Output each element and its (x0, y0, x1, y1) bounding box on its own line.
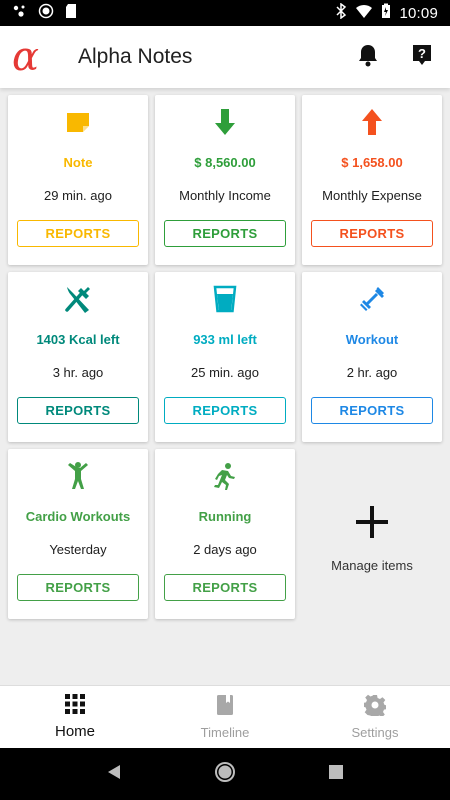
help-button[interactable]: ? (408, 43, 436, 71)
nav-home[interactable]: Home (0, 686, 150, 748)
bottom-nav: Home Timeline Settings (0, 685, 450, 748)
card-subtitle: Yesterday (49, 542, 107, 557)
card-value: Running (198, 509, 252, 524)
card-note[interactable]: Note 29 min. ago REPORTS (8, 95, 148, 265)
arrow-up-icon (361, 107, 383, 137)
card-income[interactable]: $ 8,560.00 Monthly Income REPORTS (155, 95, 295, 265)
card-subtitle: 2 days ago (193, 542, 257, 557)
card-cardio[interactable]: Cardio Workouts Yesterday REPORTS (8, 449, 148, 619)
arrow-down-icon (214, 107, 236, 137)
bell-icon (357, 43, 379, 72)
card-workout[interactable]: Workout 2 hr. ago REPORTS (302, 272, 442, 442)
nav-settings[interactable]: Settings (300, 686, 450, 748)
card-expense[interactable]: $ 1,658.00 Monthly Expense REPORTS (302, 95, 442, 265)
card-value: Cardio Workouts (25, 509, 131, 524)
nav-label: Timeline (200, 725, 250, 740)
bluetooth-icon (335, 2, 347, 23)
reports-button[interactable]: REPORTS (311, 220, 433, 247)
reports-button[interactable]: REPORTS (164, 397, 286, 424)
reports-button[interactable]: REPORTS (17, 574, 139, 601)
sd-card-icon (64, 3, 78, 24)
grid-icon (65, 694, 85, 719)
card-value: $ 1,658.00 (341, 155, 403, 170)
reports-button[interactable]: REPORTS (17, 397, 139, 424)
card-subtitle: 2 hr. ago (346, 365, 398, 380)
recents-square-icon[interactable] (329, 764, 344, 784)
notifications-button[interactable] (354, 43, 382, 71)
reports-button[interactable]: REPORTS (17, 220, 139, 247)
page-title: Alpha Notes (78, 45, 193, 68)
card-subtitle: Monthly Expense (322, 188, 422, 203)
back-icon[interactable] (107, 764, 121, 785)
card-value: $ 8,560.00 (194, 155, 256, 170)
status-bar: 10:09 (0, 0, 450, 26)
card-water[interactable]: 933 ml left 25 min. ago REPORTS (155, 272, 295, 442)
card-value: Note (63, 155, 93, 170)
person-stretch-icon (66, 461, 90, 491)
reports-button[interactable]: REPORTS (311, 397, 433, 424)
plus-icon (356, 502, 388, 546)
reports-button[interactable]: REPORTS (164, 220, 286, 247)
manage-items-label: Manage items (331, 557, 413, 573)
app-bar: α Alpha Notes ? (0, 26, 450, 88)
sync-circle-icon (38, 3, 54, 24)
card-subtitle: 25 min. ago (191, 365, 259, 380)
card-value: 933 ml left (193, 332, 257, 347)
fork-knife-icon (64, 284, 92, 314)
wifi-icon (355, 3, 373, 23)
manage-items-button[interactable]: Manage items (302, 449, 442, 619)
svg-text:?: ? (418, 46, 426, 61)
nav-timeline[interactable]: Timeline (150, 686, 300, 748)
app-logo: α (12, 34, 40, 80)
running-icon (212, 461, 238, 491)
nav-label: Settings (351, 725, 399, 740)
reports-button[interactable]: REPORTS (164, 574, 286, 601)
assistant-dots-icon (12, 3, 28, 24)
card-running[interactable]: Running 2 days ago REPORTS (155, 449, 295, 619)
card-value: Workout (345, 332, 399, 347)
water-glass-icon (213, 284, 237, 314)
help-icon: ? (411, 43, 433, 72)
card-kcal[interactable]: 1403 Kcal left 3 hr. ago REPORTS (8, 272, 148, 442)
card-value: 1403 Kcal left (36, 332, 120, 347)
items-grid: Note 29 min. ago REPORTS $ 8,560.00 Mont… (8, 95, 442, 619)
dumbbell-icon (358, 284, 386, 314)
nav-label: Home (54, 723, 95, 740)
gear-icon (363, 694, 387, 721)
home-circle-icon[interactable] (214, 761, 236, 788)
card-subtitle: Monthly Income (179, 188, 271, 203)
battery-charging-icon (381, 3, 391, 23)
clock: 10:09 (399, 4, 438, 22)
card-subtitle: 3 hr. ago (52, 365, 104, 380)
book-icon (215, 694, 235, 721)
system-nav-bar (0, 748, 450, 800)
note-icon (65, 107, 91, 137)
card-subtitle: 29 min. ago (44, 188, 112, 203)
